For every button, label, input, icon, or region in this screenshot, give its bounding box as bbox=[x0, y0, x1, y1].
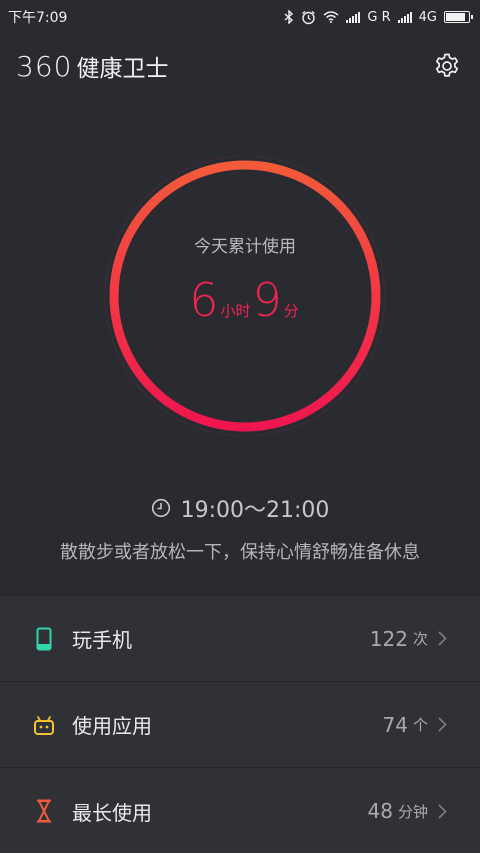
status-time: 下午7:09 bbox=[8, 10, 68, 26]
wifi-icon bbox=[323, 11, 339, 23]
stat-row-phone-usage[interactable]: 玩手机 122 次 bbox=[0, 596, 480, 682]
app-header: 360 健康卫士 bbox=[0, 40, 480, 92]
usage-total: 6 小时 9 分 bbox=[189, 273, 301, 327]
schedule-section: 19:00〜21:00 散散步或者放松一下，保持心情舒畅准备休息 bbox=[0, 492, 480, 564]
hourglass-icon bbox=[32, 798, 56, 824]
app-logo: 360 健康卫士 bbox=[16, 49, 168, 83]
usage-hours: 6 bbox=[189, 272, 219, 327]
signal-icon-2 bbox=[397, 11, 412, 23]
brand-number: 360 bbox=[16, 50, 73, 83]
chevron-right-icon bbox=[438, 803, 450, 819]
ring-center: 今天累计使用 6 小时 9 分 bbox=[100, 156, 390, 436]
stat-label: 最长使用 bbox=[72, 800, 152, 825]
chevron-right-icon bbox=[438, 631, 450, 647]
stat-unit: 个 bbox=[412, 716, 428, 734]
stat-value: 48 bbox=[367, 799, 393, 823]
schedule-time: 19:00〜21:00 bbox=[0, 492, 480, 524]
battery-level bbox=[446, 13, 465, 21]
carrier-text: G R bbox=[367, 9, 391, 25]
stat-unit: 分钟 bbox=[397, 802, 428, 821]
status-bar: 下午7:09 G R 4G bbox=[0, 0, 480, 34]
stat-value: 122 bbox=[369, 626, 408, 651]
usage-minutes-unit: 分 bbox=[283, 301, 299, 320]
brand-title: 健康卫士 bbox=[76, 56, 169, 82]
android-icon bbox=[32, 712, 56, 738]
clock-icon bbox=[151, 498, 170, 518]
battery-icon bbox=[444, 11, 473, 23]
chevron-right-icon bbox=[438, 717, 450, 733]
usage-minutes: 9 bbox=[252, 272, 282, 327]
usage-label: 今天累计使用 bbox=[194, 236, 296, 257]
usage-hours-unit: 小时 bbox=[220, 301, 251, 320]
bluetooth-icon bbox=[284, 10, 294, 24]
settings-button[interactable] bbox=[432, 51, 462, 81]
stat-label: 使用应用 bbox=[72, 714, 152, 738]
alarm-icon bbox=[302, 10, 316, 24]
usage-ring: 今天累计使用 6 小时 9 分 bbox=[100, 155, 390, 437]
stat-row-app-usage[interactable]: 使用应用 74 个 bbox=[0, 682, 480, 768]
stat-unit: 次 bbox=[412, 630, 428, 648]
schedule-time-range: 19:00〜21:00 bbox=[180, 498, 330, 523]
stat-row-longest-usage[interactable]: 最长使用 48 分钟 bbox=[0, 768, 480, 853]
status-icons: G R 4G bbox=[284, 9, 473, 25]
stat-value: 74 bbox=[382, 712, 408, 737]
gear-icon bbox=[435, 53, 459, 77]
phone-icon bbox=[32, 626, 56, 652]
signal-icon bbox=[346, 11, 361, 23]
stats-list: 玩手机 122 次 使用应用 74 个 最长使用 48 分钟 bbox=[0, 596, 480, 853]
network-type: 4G bbox=[418, 9, 437, 25]
schedule-tip: 散散步或者放松一下，保持心情舒畅准备休息 bbox=[60, 542, 420, 563]
stat-label: 玩手机 bbox=[72, 628, 132, 652]
